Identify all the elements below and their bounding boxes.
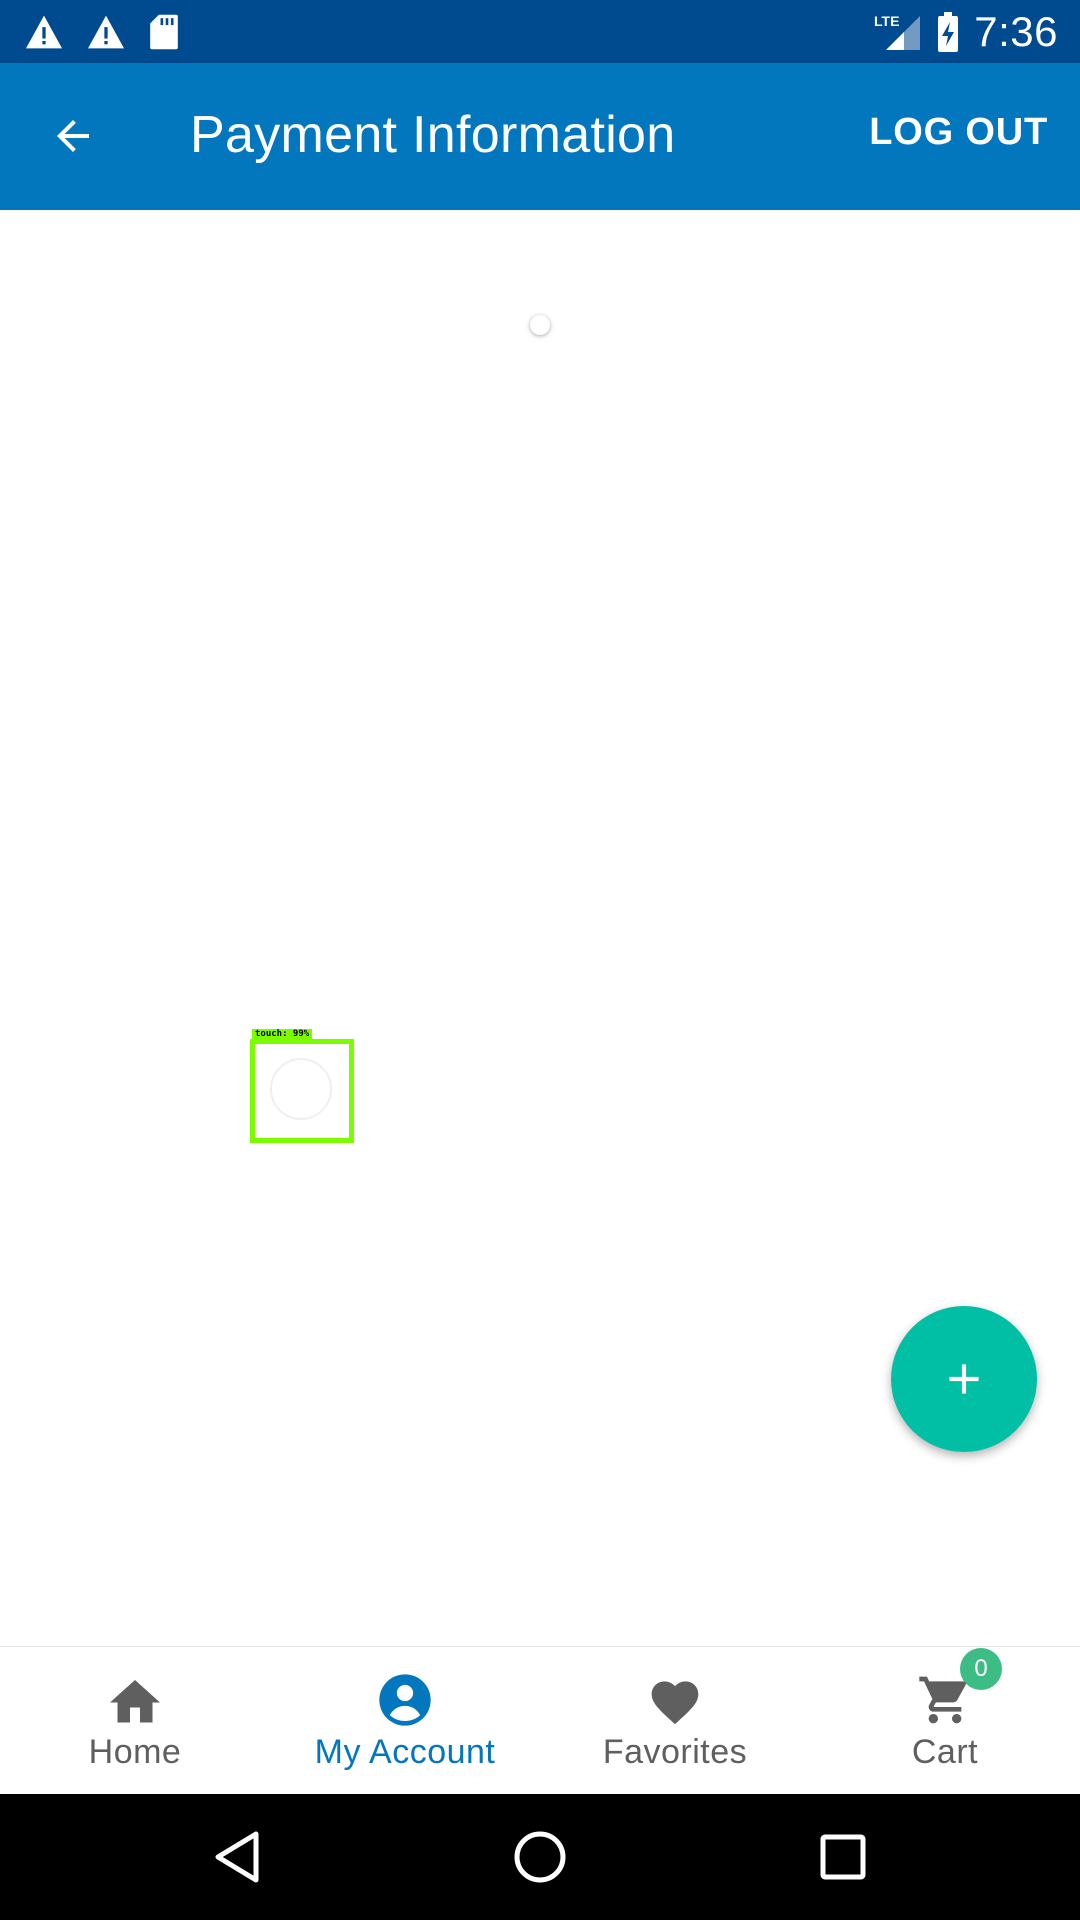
back-button[interactable] [40,103,106,169]
nav-item-home[interactable]: Home [0,1647,270,1794]
nav-label-home: Home [88,1733,182,1771]
lte-signal-icon: LTE [874,13,921,50]
system-back-button[interactable] [204,1824,270,1890]
status-time: 7:36 [974,7,1058,55]
system-navigation-bar [0,1794,1080,1920]
warning-icon [88,15,124,48]
status-bar: LTE 7:36 [0,0,1080,63]
home-icon [105,1672,165,1728]
status-left-icons [24,13,202,51]
page-title: Payment Information [190,106,676,164]
logout-button[interactable]: LOG OUT [869,111,1048,154]
nav-label-my-account: My Account [314,1733,496,1771]
sd-card-icon [150,14,178,49]
bottom-navigation: Home My Account Favorites Cart [0,1646,1080,1794]
add-payment-button[interactable] [891,1306,1037,1452]
svg-text:LTE: LTE [874,13,899,29]
nav-item-favorites[interactable]: Favorites [540,1647,810,1794]
account-icon [375,1672,435,1728]
heart-icon [645,1672,705,1728]
cart-count-badge: 0 [960,1648,1002,1690]
battery-charging-icon [938,11,959,52]
plus-icon [949,1364,979,1394]
nav-label-favorites: Favorites [602,1733,748,1771]
loading-indicator [530,315,550,335]
arrow-back-icon [57,120,89,152]
app-bar: Payment Information LOG OUT [0,63,1080,210]
touch-indicator [270,1058,332,1120]
warning-icon [26,15,62,48]
system-recents-button[interactable] [810,1824,876,1890]
home-circle-icon [514,1831,566,1883]
recents-square-icon [820,1834,866,1880]
status-right-icons: LTE 7:36 [858,8,1058,56]
nav-label-cart: Cart [911,1733,979,1771]
nav-item-my-account[interactable]: My Account [270,1647,540,1794]
system-home-button[interactable] [507,1824,573,1890]
back-triangle-icon [215,1831,259,1883]
nav-item-cart[interactable]: Cart [810,1647,1080,1794]
